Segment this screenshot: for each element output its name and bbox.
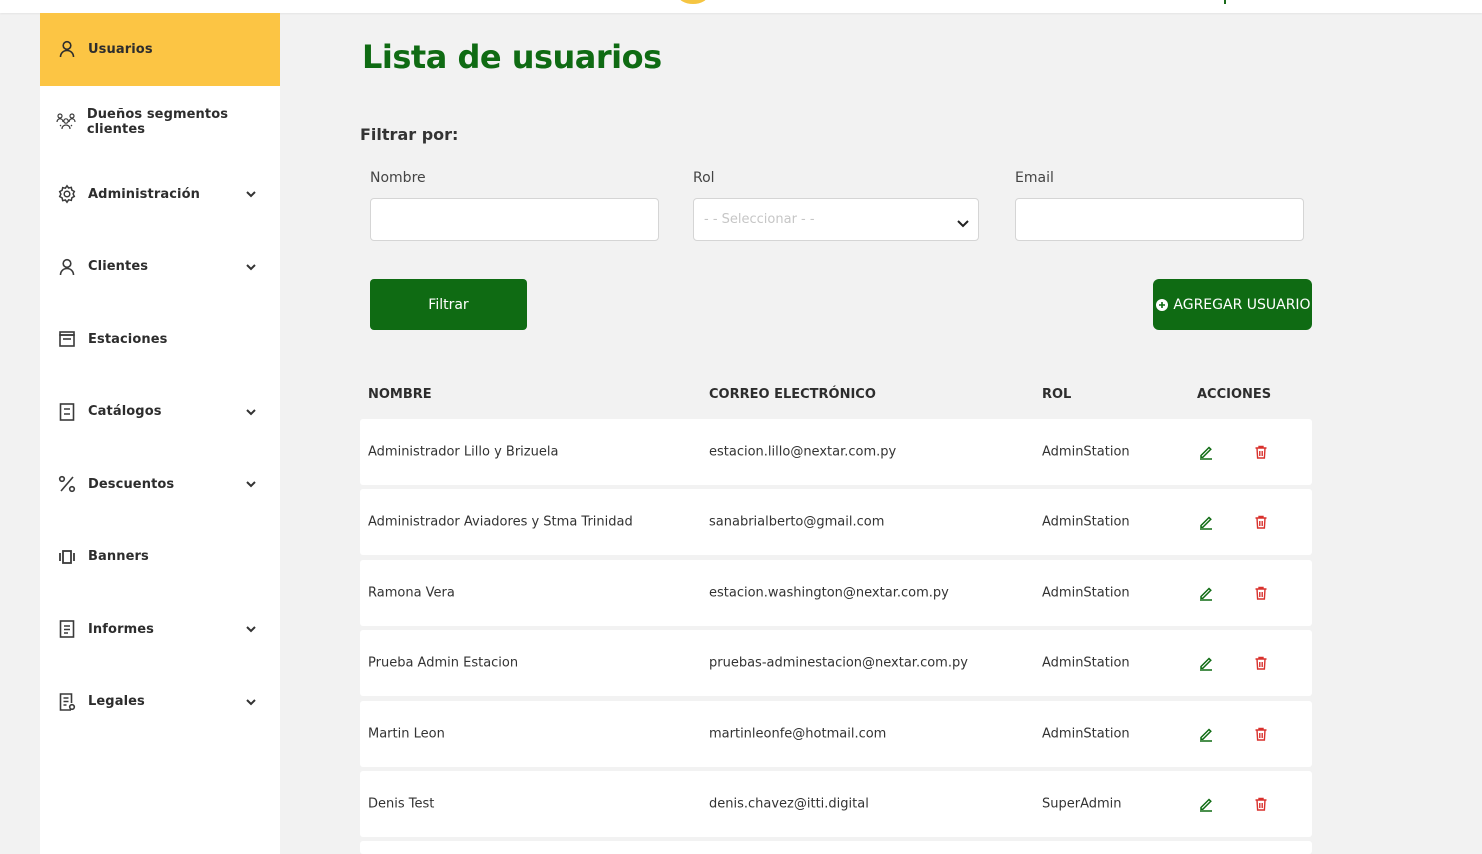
sidebar-item-banners[interactable]: Banners xyxy=(40,521,280,594)
chevron-down-icon[interactable] xyxy=(244,187,258,201)
column-header-acciones: ACCIONES xyxy=(1197,387,1272,402)
user-icon xyxy=(56,38,78,60)
sidebar-item-label: Clientes xyxy=(88,259,149,275)
edit-icon[interactable] xyxy=(1198,514,1214,530)
sidebar-item-catalogos[interactable]: Catálogos xyxy=(40,376,280,449)
user-name: Administrador Lillo y Brizuela xyxy=(368,444,559,460)
legal-document-icon xyxy=(56,691,78,713)
chevron-down-icon[interactable] xyxy=(244,405,258,419)
role-select[interactable]: - - Seleccionar - - xyxy=(693,198,979,241)
user-role: AdminStation xyxy=(1042,585,1130,601)
column-header-rol: ROL xyxy=(1042,387,1072,402)
sidebar-item-informes[interactable]: Informes xyxy=(40,593,280,666)
user-role: SuperAdmin xyxy=(1042,796,1122,812)
catalog-icon xyxy=(56,401,78,423)
sidebar-item-label: Dueños segmentos clientes xyxy=(86,106,229,137)
name-filter-field xyxy=(370,198,659,241)
logo xyxy=(678,0,708,4)
sidebar-item-usuarios[interactable]: Usuarios xyxy=(40,13,280,86)
email-filter-label: Email xyxy=(1015,170,1054,186)
edit-icon[interactable] xyxy=(1198,655,1214,671)
sidebar-item-legales[interactable]: Legales xyxy=(40,666,280,739)
plus-circle-icon xyxy=(1156,298,1169,311)
table-row: Prueba Admin Estacion pruebas-adminestac… xyxy=(360,630,1312,696)
trash-icon[interactable] xyxy=(1253,655,1269,671)
user-email: estacion.washington@nextar.com.py xyxy=(709,585,949,601)
table-row: Denis Test denis.chavez@itti.digital Sup… xyxy=(360,771,1312,837)
trash-icon[interactable] xyxy=(1253,726,1269,742)
user-icon xyxy=(56,256,78,278)
user-email: estacion.lillo@nextar.com.py xyxy=(709,444,897,460)
sidebar-item-label: Usuarios xyxy=(88,41,153,57)
table-row: Martin Leon martinleonfe@hotmail.com Adm… xyxy=(360,701,1312,767)
user-email: pruebas-adminestacion@nextar.com.py xyxy=(709,655,968,671)
user-role: AdminStation xyxy=(1042,514,1130,530)
top-bar xyxy=(0,0,1482,13)
table-row: Administrador Aviadores y Stma Trinidad … xyxy=(360,489,1312,555)
sidebar-item-duenos-segmentos[interactable]: Dueños segmentos clientes xyxy=(40,86,280,159)
edit-icon[interactable] xyxy=(1198,726,1214,742)
store-icon xyxy=(56,328,78,350)
gear-icon xyxy=(56,183,78,205)
chevron-down-icon xyxy=(956,215,970,229)
document-icon xyxy=(56,618,78,640)
table-row-partial xyxy=(360,841,1312,854)
table-row: Ramona Vera estacion.washington@nextar.c… xyxy=(360,560,1312,626)
name-filter-input[interactable] xyxy=(371,199,658,240)
sidebar-item-administracion[interactable]: Administración xyxy=(40,158,280,231)
page-title: Lista de usuarios xyxy=(362,38,662,76)
user-role: AdminStation xyxy=(1042,655,1130,671)
chevron-down-icon[interactable] xyxy=(244,622,258,636)
trash-icon[interactable] xyxy=(1253,585,1269,601)
user-name: Administrador Aviadores y Stma Trinidad xyxy=(368,514,633,530)
filter-button-label: Filtrar xyxy=(428,296,469,313)
role-filter-label: Rol xyxy=(693,170,715,186)
name-filter-label: Nombre xyxy=(370,170,426,186)
filter-button[interactable]: Filtrar xyxy=(370,279,527,330)
user-role: AdminStation xyxy=(1042,726,1130,742)
sidebar-item-label: Administración xyxy=(88,186,200,202)
group-icon xyxy=(56,111,77,133)
table-row: Administrador Lillo y Brizuela estacion.… xyxy=(360,419,1312,485)
sidebar-item-label: Informes xyxy=(88,621,154,637)
chevron-down-icon[interactable] xyxy=(244,477,258,491)
percent-icon xyxy=(56,473,78,495)
edit-icon[interactable] xyxy=(1198,585,1214,601)
sidebar-item-label: Estaciones xyxy=(88,331,168,347)
trash-icon[interactable] xyxy=(1253,514,1269,530)
carousel-icon xyxy=(56,546,78,568)
trash-icon[interactable] xyxy=(1253,444,1269,460)
column-header-nombre: NOMBRE xyxy=(368,387,432,402)
sidebar-item-label: Banners xyxy=(88,549,149,565)
sidebar-item-clientes[interactable]: Clientes xyxy=(40,231,280,304)
top-bar-accent xyxy=(1224,0,1226,4)
sidebar-item-label: Legales xyxy=(88,694,145,710)
chevron-down-icon[interactable] xyxy=(244,695,258,709)
add-user-button[interactable]: AGREGAR USUARIO xyxy=(1153,279,1312,330)
sidebar-item-label: Catálogos xyxy=(88,404,162,420)
sidebar-item-estaciones[interactable]: Estaciones xyxy=(40,303,280,376)
sidebar: Usuarios Dueños segmentos clientes Admin… xyxy=(40,13,280,854)
sidebar-item-descuentos[interactable]: Descuentos xyxy=(40,448,280,521)
column-header-correo: CORREO ELECTRÓNICO xyxy=(709,387,876,402)
user-name: Denis Test xyxy=(368,796,435,812)
user-name: Prueba Admin Estacion xyxy=(368,655,519,671)
email-filter-input[interactable] xyxy=(1016,199,1303,240)
edit-icon[interactable] xyxy=(1198,796,1214,812)
user-role: AdminStation xyxy=(1042,444,1130,460)
edit-icon[interactable] xyxy=(1198,444,1214,460)
add-user-button-label: AGREGAR USUARIO xyxy=(1173,296,1311,313)
role-select-placeholder: - - Seleccionar - - xyxy=(704,212,815,227)
sidebar-item-label: Descuentos xyxy=(88,476,175,492)
user-email: denis.chavez@itti.digital xyxy=(709,796,869,812)
chevron-down-icon[interactable] xyxy=(244,260,258,274)
user-email: martinleonfe@hotmail.com xyxy=(709,726,887,742)
filter-heading: Filtrar por: xyxy=(360,125,459,144)
trash-icon[interactable] xyxy=(1253,796,1269,812)
user-name: Martin Leon xyxy=(368,726,445,742)
user-email: sanabrialberto@gmail.com xyxy=(709,514,885,530)
email-filter-field xyxy=(1015,198,1304,241)
user-name: Ramona Vera xyxy=(368,585,455,601)
